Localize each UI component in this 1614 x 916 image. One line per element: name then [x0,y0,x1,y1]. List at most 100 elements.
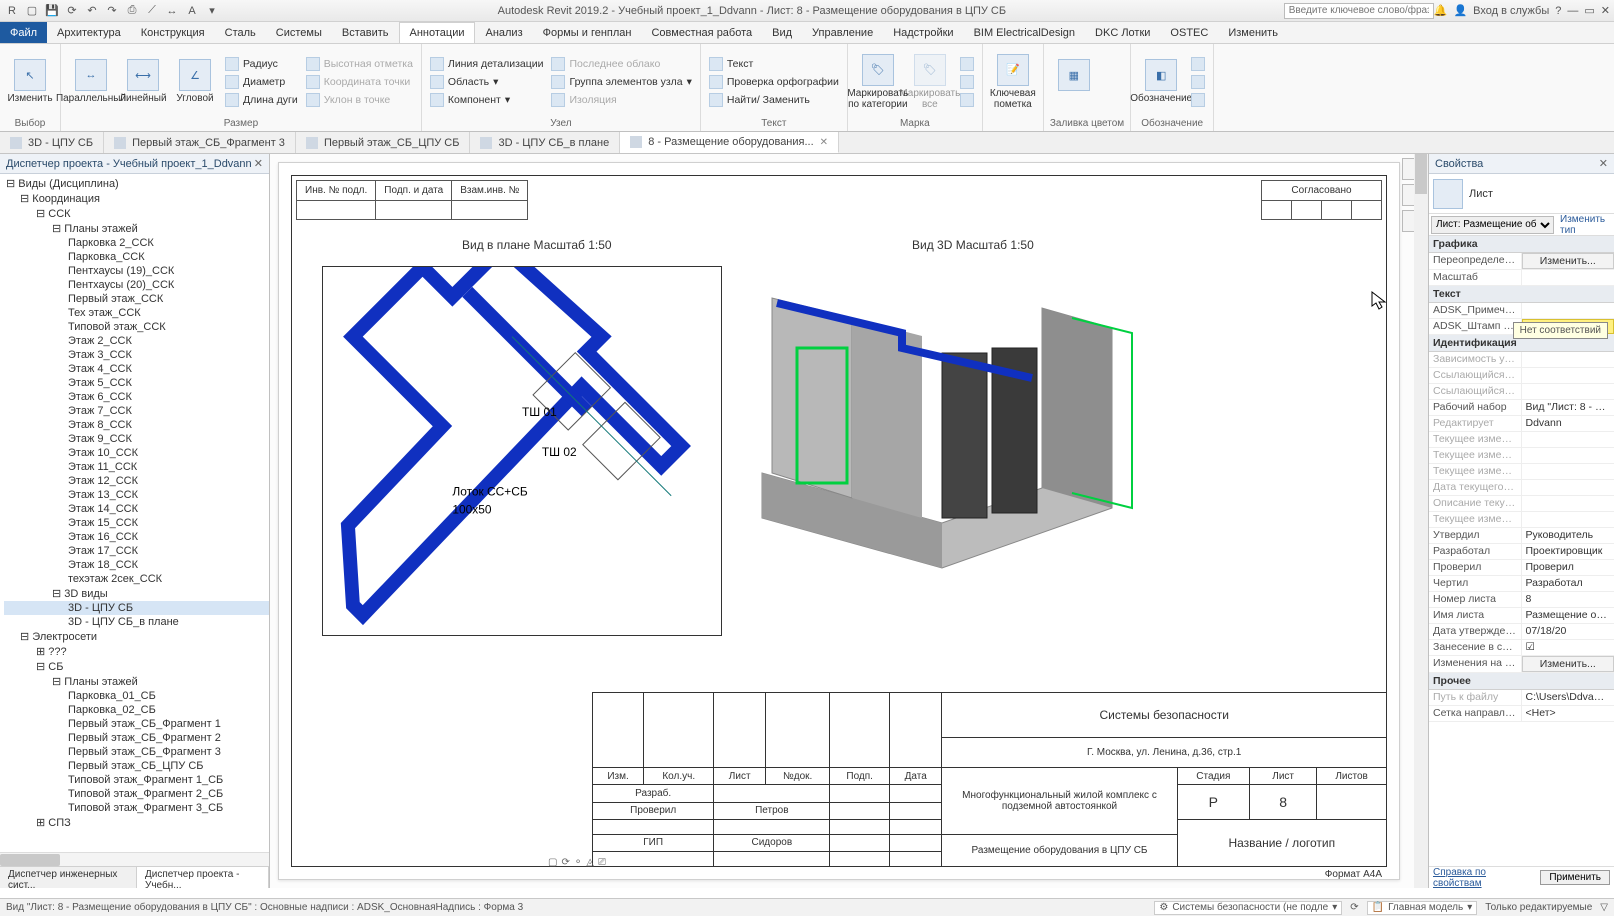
cat-graphics[interactable]: Графика [1429,236,1614,253]
prop-row-1[interactable]: Масштаб [1429,270,1614,286]
aligned-dim-button[interactable]: ↔Параллельный [67,59,115,104]
tree-sb-8[interactable]: Типовой этаж_Фрагмент 3_СБ [4,801,269,815]
tree-sb-3[interactable]: Первый этаж_СБ_Фрагмент 2 [4,731,269,745]
prop-row-20[interactable]: Имя листаРазмещение обор... [1429,608,1614,624]
save-icon[interactable]: 💾 [44,3,60,19]
tree-sb-6[interactable]: Типовой этаж_Фрагмент 1_СБ [4,773,269,787]
tree-floor-23[interactable]: Этаж 18_ССК [4,558,269,572]
prop-row-25[interactable]: Сетка направляю...<Нет> [1429,706,1614,722]
prop-row-0[interactable]: Переопределения...Изменить... [1429,253,1614,270]
type-selector[interactable]: Лист [1429,174,1614,214]
prop-row-23[interactable]: Изменения на ли...Изменить... [1429,656,1614,673]
component-button[interactable]: Компонент ▾ [428,92,546,108]
tab-systems[interactable]: Системы [266,22,332,43]
tree-sb-5[interactable]: Первый этаж_СБ_ЦПУ СБ [4,759,269,773]
tab-annotate[interactable]: Аннотации [399,22,476,43]
linear-dim-button[interactable]: ⟷Линейный [119,59,167,104]
tree-floor-2[interactable]: Пентхаусы (19)_ССК [4,264,269,278]
detail-group-button[interactable]: Группа элементов узла ▾ [549,74,693,90]
tree-floor-15[interactable]: Этаж 10_ССК [4,446,269,460]
tab-steel[interactable]: Сталь [215,22,266,43]
tree-sb-0[interactable]: Парковка_01_СБ [4,689,269,703]
tab-arch[interactable]: Архитектура [47,22,131,43]
tree-floorplans[interactable]: ⊟ Планы этажей [4,221,269,236]
redo-icon[interactable]: ↷ [104,3,120,19]
prop-row-10[interactable]: Текущее изменен... [1429,448,1614,464]
mark-small-3[interactable] [958,92,976,108]
prop-row-9[interactable]: Текущее изменен... [1429,432,1614,448]
comm-icon[interactable]: 🔔 [1434,4,1448,17]
sym-1[interactable] [1189,56,1207,72]
tree-floor-16[interactable]: Этаж 11_ССК [4,460,269,474]
prop-row-13[interactable]: Описание текуще... [1429,496,1614,512]
tree-floor-7[interactable]: Этаж 2_ССК [4,334,269,348]
tab-modify[interactable]: Изменить [1218,22,1288,43]
doc-tab-0[interactable]: 3D - ЦПУ СБ [0,132,104,153]
mark-small-1[interactable] [958,56,976,72]
prop-row-15[interactable]: УтвердилРуководитель [1429,528,1614,544]
tag-category-button[interactable]: 🏷Маркировать по категории [854,54,902,110]
prop-row-24[interactable]: Путь к файлуC:\Users\Ddvann\D... [1429,690,1614,706]
tab-file[interactable]: Файл [0,22,47,43]
doc-tab-1[interactable]: Первый этаж_СБ_Фрагмент 3 [104,132,296,153]
radial-dim-button[interactable]: Радиус [223,56,300,72]
tree-floor-22[interactable]: Этаж 17_ССК [4,544,269,558]
props-help-link[interactable]: Справка по свойствам [1433,867,1534,889]
tab-collab[interactable]: Совместная работа [641,22,762,43]
mark-small-2[interactable] [958,74,976,90]
tab-dkc[interactable]: DKC Лотки [1085,22,1160,43]
tab-manage[interactable]: Управление [802,22,883,43]
tree-sb-7[interactable]: Типовой этаж_Фрагмент 2_СБ [4,787,269,801]
footer-tab-sys[interactable]: Диспетчер инженерных сист... [0,867,137,888]
prop-row-17[interactable]: ПроверилПроверил [1429,560,1614,576]
tree-floor-6[interactable]: Типовой этаж_ССК [4,320,269,334]
tree-floor-9[interactable]: Этаж 4_ССК [4,362,269,376]
diameter-dim-button[interactable]: Диаметр [223,74,300,90]
tree-floor-4[interactable]: Первый этаж_ССК [4,292,269,306]
tree-floor-8[interactable]: Этаж 3_ССК [4,348,269,362]
tree-floor-12[interactable]: Этаж 7_ССК [4,404,269,418]
search-input[interactable] [1284,3,1434,19]
close-icon[interactable]: ✕ [1601,4,1610,17]
help-icon[interactable]: ? [1555,5,1561,17]
sym-2[interactable] [1189,74,1207,90]
tree-ssk[interactable]: ⊟ ССК [4,206,269,221]
prop-row-8[interactable]: РедактируетDdvann [1429,416,1614,432]
tree-floor-0[interactable]: Парковка 2_ССК [4,236,269,250]
close-tab-icon[interactable]: ✕ [820,137,828,148]
sync-icon[interactable]: ⟳ [64,3,80,19]
apply-button[interactable]: Применить [1540,870,1610,885]
close-panel-icon[interactable]: ✕ [254,157,263,170]
workset-combo[interactable]: ⚙ Системы безопасности (не подле ▾ [1154,901,1342,915]
3d-viewport[interactable] [742,258,1137,608]
edit-type-button[interactable]: Изменить тип [1556,214,1614,236]
arc-dim-button[interactable]: Длина дуги [223,92,300,108]
tab-view[interactable]: Вид [762,22,802,43]
user-icon[interactable]: 👤 [1453,4,1467,17]
text-icon[interactable]: A [184,3,200,19]
tree-3d-0[interactable]: 3D - ЦПУ СБ [4,601,269,615]
tree-sb-2[interactable]: Первый этаж_СБ_Фрагмент 1 [4,717,269,731]
status-icon-1[interactable]: ⟳ [1350,902,1358,913]
tree-floor-14[interactable]: Этаж 9_ССК [4,432,269,446]
prop-row-5[interactable]: Ссылающийся ли... [1429,368,1614,384]
tree-floor-20[interactable]: Этаж 15_ССК [4,516,269,530]
design-option-combo[interactable]: 📋 Главная модель ▾ [1367,901,1478,915]
find-button[interactable]: Найти/ Заменить [707,92,841,108]
restore-icon[interactable]: ▭ [1584,4,1594,17]
tree-root[interactable]: ⊟ Виды (Дисциплина) [4,176,269,191]
prop-row-22[interactable]: Занесение в спис...☑ [1429,640,1614,656]
tab-ostec[interactable]: OSTEC [1160,22,1218,43]
signin-link[interactable]: Вход в службы [1473,5,1549,17]
doc-tab-3[interactable]: 3D - ЦПУ СБ_в плане [470,132,620,153]
tree-floor-5[interactable]: Тех этаж_ССК [4,306,269,320]
vb-3[interactable]: ⚬ [574,857,582,868]
tag-all-button[interactable]: 🏷Маркировать все [906,54,954,110]
app-icon[interactable]: R [4,3,20,19]
prop-row-6[interactable]: Ссылающийся узел [1429,384,1614,400]
vb-2[interactable]: ⟳ [561,857,569,868]
print-icon[interactable]: ⎙ [124,3,140,19]
tree-q[interactable]: ⊞ ??? [4,644,269,659]
tree-coord[interactable]: ⊟ Координация [4,191,269,206]
prop-row-19[interactable]: Номер листа8 [1429,592,1614,608]
